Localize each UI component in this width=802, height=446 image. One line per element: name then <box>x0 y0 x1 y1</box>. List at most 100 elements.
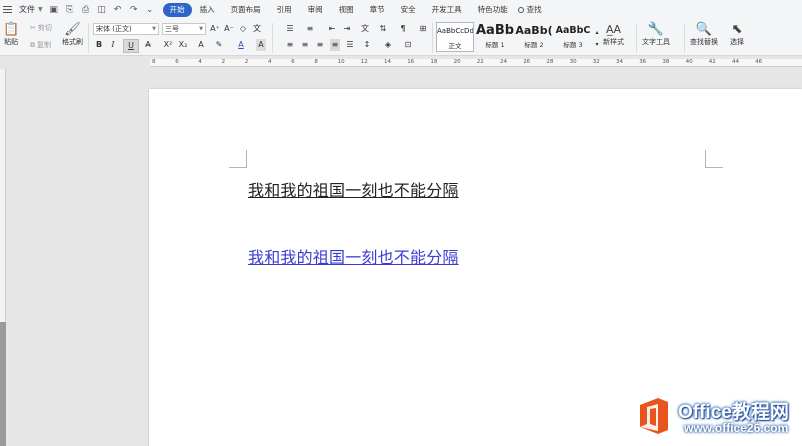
style-normal[interactable]: AaBbCcDd 正文 <box>436 22 474 52</box>
phonetic-icon[interactable]: 文 <box>252 23 262 35</box>
undo-icon[interactable]: ↶ <box>113 5 123 15</box>
paste-button[interactable]: 📋 粘贴 <box>3 22 19 47</box>
format-painter-icon: 🖌 <box>64 22 81 37</box>
ruler-tick-label: 24 <box>500 59 507 65</box>
style-preview: AaBb( <box>515 24 553 37</box>
border-icon[interactable]: ⊡ <box>403 39 413 51</box>
superscript-icon[interactable]: X² <box>163 39 173 51</box>
shading-icon[interactable]: ◈ <box>383 39 393 51</box>
horizontal-ruler[interactable]: 8 6 4 2 2 4 6 8 10 12 14 16 18 20 22 24 26 28 30 32 34 36 38 40… <box>0 57 802 69</box>
format-painter-button[interactable]: 🖌 格式刷 <box>62 22 83 47</box>
divider <box>272 23 273 53</box>
distribute-icon[interactable]: ☰ <box>345 39 355 51</box>
divider <box>88 23 89 53</box>
tab-developer[interactable]: 开发工具 <box>424 3 470 17</box>
strikethrough-icon[interactable]: A̶ <box>143 39 153 51</box>
print-icon[interactable]: ⎙ <box>81 5 91 15</box>
tab-view[interactable]: 视图 <box>331 3 362 17</box>
ruler-tick-label: 44 <box>732 59 739 65</box>
bold-icon[interactable]: B <box>94 39 104 51</box>
show-marks-icon[interactable]: ¶ <box>398 23 408 35</box>
print-preview-icon[interactable]: ◫ <box>97 5 107 15</box>
export-icon[interactable]: ⎘ <box>65 5 75 15</box>
ruler-tick-label: 2 <box>221 59 226 65</box>
underline-icon[interactable]: U <box>123 39 139 53</box>
tab-references[interactable]: 引用 <box>269 3 300 17</box>
ruler-tick-label: 2 <box>244 59 249 65</box>
save-icon[interactable]: ▣ <box>49 5 59 15</box>
cut-label: 剪切 <box>37 24 52 32</box>
char-shading-icon[interactable]: A <box>256 39 266 51</box>
margin-corner-top-left <box>229 150 247 168</box>
subscript-icon[interactable]: X₂ <box>178 39 188 51</box>
align-right-icon[interactable]: ≡ <box>315 39 325 51</box>
clipboard-icon: 📋 <box>3 22 20 37</box>
align-center-icon[interactable]: ≡ <box>300 39 310 51</box>
decrease-indent-icon[interactable]: ⇤ <box>327 23 337 35</box>
new-style-icon: A̲A <box>605 23 622 36</box>
sort-icon[interactable]: ⇅ <box>378 23 388 35</box>
bullet-list-icon[interactable]: ☰ <box>285 23 295 35</box>
style-heading-1[interactable]: AaBb 标题 1 <box>476 22 514 52</box>
watermark: Office教程网 www.office26.com <box>636 394 802 442</box>
find-label: 查找 <box>526 5 542 14</box>
ruler-tick-label: 6 <box>291 59 295 65</box>
styles-scroll-icon[interactable]: ▴ ▾ <box>592 27 602 51</box>
ruler-tick-label: 36 <box>639 59 647 65</box>
redo-icon[interactable]: ↷ <box>129 5 139 15</box>
clear-format-icon[interactable]: ◇ <box>238 23 248 35</box>
chinese-layout-icon[interactable]: 文 <box>360 23 370 35</box>
font-name-select[interactable]: 宋体 (正文) ▼ <box>93 23 159 35</box>
tab-insert[interactable]: 插入 <box>192 3 223 17</box>
text-effect-icon[interactable]: A <box>196 39 206 51</box>
tab-sections[interactable]: 章节 <box>362 3 393 17</box>
tab-security[interactable]: 安全 <box>393 3 424 17</box>
font-size-select[interactable]: 三号 ▼ <box>162 23 206 35</box>
tab-page-layout[interactable]: 页面布局 <box>223 3 269 17</box>
ruler-tick-label: 30 <box>569 59 577 65</box>
justify-icon[interactable]: ≡ <box>330 39 340 51</box>
italic-icon[interactable]: I <box>108 39 118 51</box>
new-style-label: 新样式 <box>603 38 624 46</box>
text-tools-button[interactable]: 🔧 文字工具 <box>642 22 670 47</box>
table-icon[interactable]: ⊞ <box>418 23 428 35</box>
new-style-button[interactable]: A̲A 新样式 <box>603 22 624 47</box>
shrink-font-icon[interactable]: A⁻ <box>224 23 234 35</box>
find-search[interactable]: 查找 <box>517 4 542 15</box>
highlight-icon[interactable]: ✎ <box>214 39 224 51</box>
tab-home[interactable]: 开始 <box>162 2 192 17</box>
copy-button[interactable]: ⧉ 复制 <box>30 40 51 50</box>
increase-indent-icon[interactable]: ⇥ <box>342 23 352 35</box>
line-spacing-icon[interactable]: ↕ <box>362 39 372 51</box>
select-button[interactable]: ⬉ 选择 <box>730 22 744 47</box>
style-preview: AaBbCcDd <box>437 27 473 35</box>
vertical-ruler[interactable] <box>0 69 6 446</box>
document-page[interactable]: 我和我的祖国一刻也不能分隔 我和我的祖国一刻也不能分隔 <box>149 89 802 446</box>
menu-icon[interactable] <box>3 6 15 13</box>
cut-button[interactable]: ✂ 剪切 <box>30 23 52 33</box>
ruler-tick-label: 18 <box>430 59 438 65</box>
numbered-list-icon[interactable]: ≡ <box>305 23 315 35</box>
tab-review[interactable]: 审阅 <box>300 3 331 17</box>
style-preview: AaBb <box>476 23 514 38</box>
chevron-down-icon: ▼ <box>152 26 156 32</box>
cursor-icon: ⬉ <box>731 22 743 37</box>
file-menu[interactable]: 文件 ▼ <box>19 4 43 15</box>
paste-label: 粘贴 <box>4 38 19 46</box>
customize-icon[interactable]: ⌄ <box>145 5 155 15</box>
file-menu-label: 文件 <box>19 5 35 14</box>
divider <box>636 23 637 53</box>
style-heading-3[interactable]: AaBbC 标题 3 <box>553 22 593 52</box>
ribbon: 📋 粘贴 ✂ 剪切 ⧉ 复制 🖌 格式刷 宋体 (正文) ▼ 三号 ▼ A⁺ A… <box>0 19 802 56</box>
tab-special-features[interactable]: 特色功能 <box>470 3 516 17</box>
align-left-icon[interactable]: ≡ <box>285 39 295 51</box>
text-tools-label: 文字工具 <box>642 38 670 46</box>
font-color-icon[interactable]: A <box>236 39 246 51</box>
document-text-line[interactable]: 我和我的祖国一刻也不能分隔 <box>248 177 459 201</box>
grow-font-icon[interactable]: A⁺ <box>210 23 220 35</box>
ribbon-tabs: 开始 插入 页面布局 引用 审阅 视图 章节 安全 开发工具 特色功能 <box>162 2 516 17</box>
wrench-icon: 🔧 <box>647 22 665 37</box>
document-hyperlink-line[interactable]: 我和我的祖国一刻也不能分隔 <box>248 244 459 268</box>
find-replace-button[interactable]: 🔍 查找替换 <box>690 22 718 47</box>
style-heading-2[interactable]: AaBb( 标题 2 <box>515 22 553 52</box>
